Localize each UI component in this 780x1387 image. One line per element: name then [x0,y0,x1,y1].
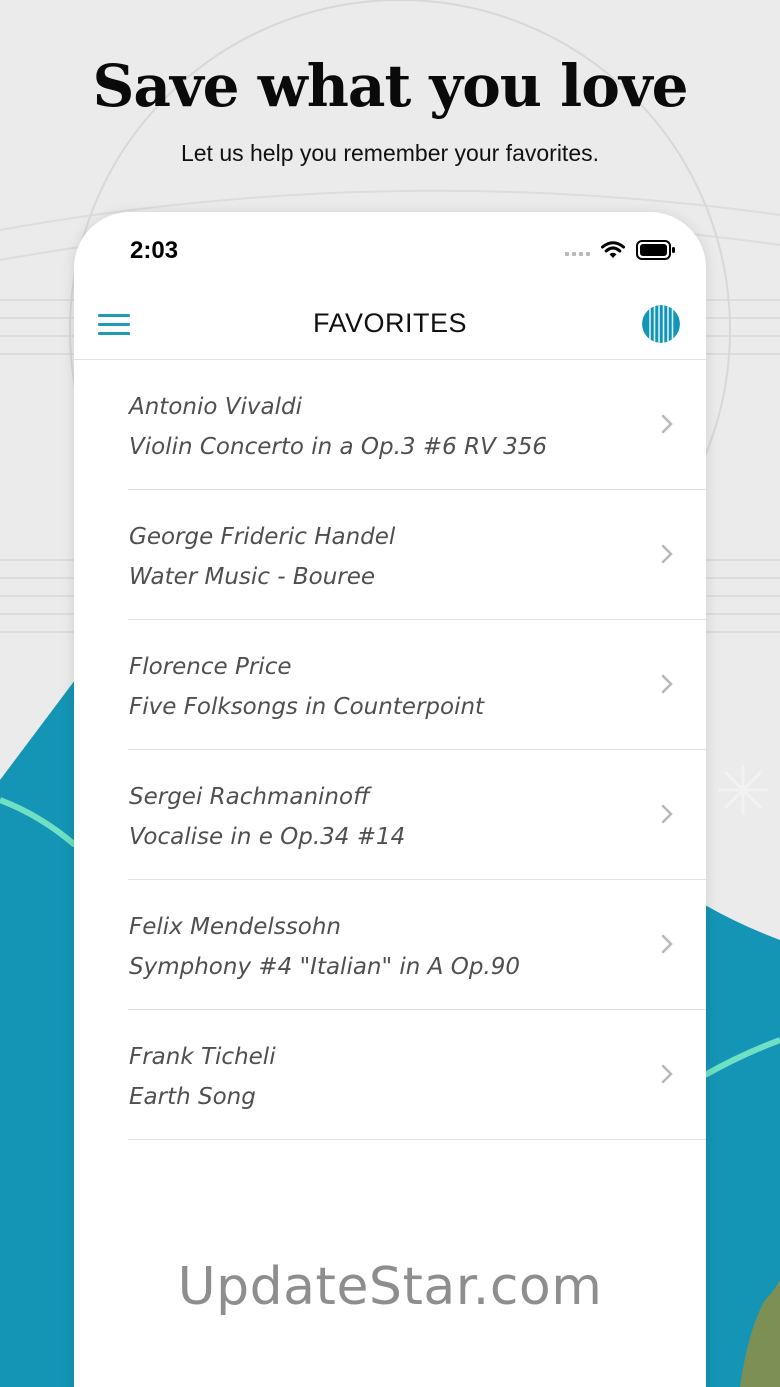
wifi-icon [601,241,625,258]
list-item[interactable]: George Frideric Handel Water Music - Bou… [74,490,706,620]
phone-frame: 2:03 FAVORITES Antonio Vivaldi Violin Co… [74,212,706,1387]
piece-title: Five Folksongs in Counterpoint [129,694,485,720]
piece-title: Symphony #4 "Italian" in A Op.90 [129,954,520,980]
favorites-list: Antonio Vivaldi Violin Concerto in a Op.… [74,360,706,1140]
composer-name: Frank Ticheli [129,1044,276,1070]
composer-name: Antonio Vivaldi [129,394,302,420]
list-item[interactable]: Sergei Rachmaninoff Vocalise in e Op.34 … [74,750,706,880]
composer-name: Florence Price [129,654,292,680]
chevron-right-icon [661,1064,673,1084]
promo-subheadline: Let us help you remember your favorites. [180,140,600,166]
list-item[interactable]: Frank Ticheli Earth Song [74,1010,706,1140]
composer-name: Sergei Rachmaninoff [129,784,370,810]
profile-avatar-icon[interactable] [642,305,680,343]
cellular-signal-icon [565,244,590,256]
watermark: UpdateStar.com [177,1257,603,1317]
piece-title: Earth Song [129,1084,256,1110]
chevron-right-icon [661,544,673,564]
composer-name: Felix Mendelssohn [129,914,341,940]
list-item[interactable]: Antonio Vivaldi Violin Concerto in a Op.… [74,360,706,490]
piece-title: Violin Concerto in a Op.3 #6 RV 356 [129,434,548,460]
status-time: 2:03 [130,237,179,264]
chevron-right-icon [661,804,673,824]
chevron-right-icon [661,934,673,954]
piece-title: Water Music - Bouree [129,564,376,590]
battery-icon [636,240,675,260]
promo-headline: Save what you love [92,52,689,120]
chevron-right-icon [661,674,673,694]
piece-title: Vocalise in e Op.34 #14 [129,824,406,850]
status-icons [565,238,676,262]
chevron-right-icon [661,414,673,434]
page-title: FAVORITES [312,308,468,338]
list-item[interactable]: Florence Price Five Folksongs in Counter… [74,620,706,750]
list-item[interactable]: Felix Mendelssohn Symphony #4 "Italian" … [74,880,706,1010]
composer-name: George Frideric Handel [129,524,396,550]
navigation-bar: FAVORITES [74,294,706,360]
